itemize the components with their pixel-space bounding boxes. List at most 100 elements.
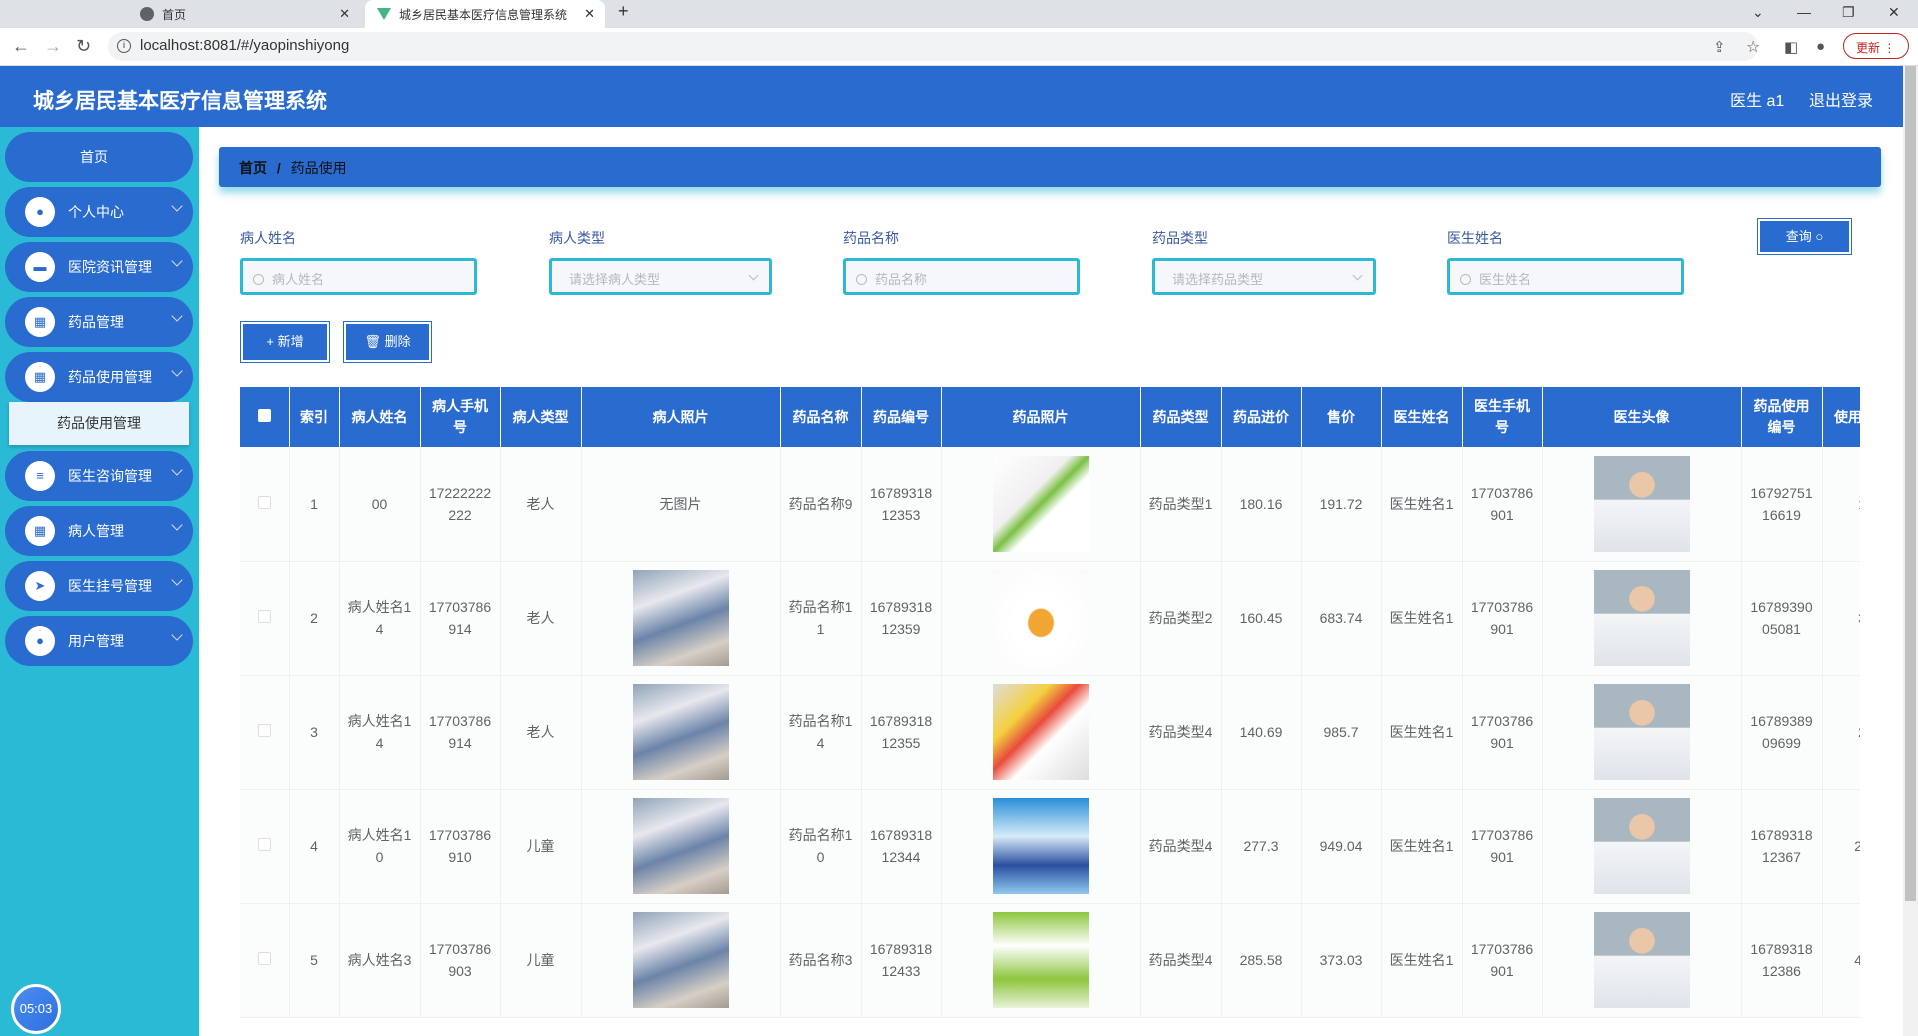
reload-icon[interactable]: ↻ — [76, 36, 91, 57]
doctor-avatar[interactable] — [1593, 570, 1690, 666]
checkbox[interactable] — [257, 610, 271, 623]
table-cell: 药品名称11 — [780, 561, 862, 676]
timer-widget[interactable]: 05:03 — [11, 984, 61, 1034]
table-row[interactable]: 1 00 17222222222 老人 无图片 药品名称9 1678931812353 药品类… — [240, 447, 1860, 562]
url-input[interactable]: i localhost:8081/#/yaopinshiyong — [108, 32, 1758, 61]
checkbox[interactable] — [257, 838, 271, 851]
sidebar-item-user-management[interactable]: ● 用户管理 — [5, 616, 193, 666]
add-button[interactable]: + 新增 — [243, 324, 327, 360]
sidebar-item-hospital-news[interactable]: ▬ 医院资讯管理 — [5, 242, 193, 292]
sidebar-item-drug-management[interactable]: ▦ 药品管理 — [5, 297, 193, 347]
table-cell: 17703786903 — [420, 903, 501, 1018]
row-checkbox-cell[interactable] — [240, 675, 290, 790]
column-header: 药品使用编号 — [1741, 387, 1823, 447]
page-scrollbar[interactable] — [1903, 66, 1918, 1036]
table-row[interactable]: 5 病人姓名3 17703786903 儿童 药品名称3 1678931812433 药品类… — [240, 903, 1860, 1018]
table-row[interactable]: 3 病人姓名14 17703786914 老人 药品名称14 1678931812355 药… — [240, 675, 1860, 790]
checkbox[interactable] — [257, 952, 271, 965]
share-icon[interactable]: ⇪ — [1713, 38, 1726, 56]
delete-button[interactable]: 🗑 删除 — [346, 324, 429, 360]
sidebar-item-home[interactable]: 首页 — [5, 132, 193, 182]
bulb-icon: ● — [25, 626, 55, 656]
breadcrumb: 首页 / 药品使用 — [219, 147, 1881, 187]
doctor-avatar[interactable] — [1593, 912, 1690, 1008]
browser-tab-active[interactable]: 城乡居民基本医疗信息管理系统 ✕ — [365, 0, 605, 28]
table-cell: 4 — [289, 789, 340, 904]
patient-type-select[interactable]: 请选择病人类型 — [549, 258, 772, 295]
doctor-avatar[interactable] — [1593, 455, 1690, 552]
table-cell: 药品类型1 — [1140, 447, 1222, 562]
restore-icon[interactable]: ❐ — [1842, 4, 1855, 21]
patient-photo[interactable] — [632, 684, 729, 780]
drug-type-select[interactable]: 请选择药品类型 — [1152, 258, 1376, 295]
drug-name-input[interactable]: 药品名称 — [843, 258, 1080, 295]
patient-name-input[interactable]: 病人姓名 — [240, 258, 477, 295]
forward-icon[interactable]: → — [44, 36, 62, 57]
table-cell: 17222222222 — [420, 447, 501, 562]
patient-name-label: 病人姓名 — [240, 230, 296, 246]
row-checkbox-cell[interactable] — [240, 903, 290, 1018]
patient-photo[interactable] — [632, 798, 729, 894]
column-header: 病人手机号 — [420, 387, 501, 447]
table-cell: 160.45 — [1221, 561, 1302, 676]
profile-icon[interactable]: ● — [1816, 38, 1825, 55]
table-cell: 医生姓名1 — [1381, 447, 1463, 562]
info-icon[interactable]: i — [117, 39, 131, 53]
breadcrumb-home[interactable]: 首页 — [239, 160, 267, 176]
close-tab-icon[interactable]: ✕ — [584, 6, 595, 22]
sidepanel-icon[interactable]: ◧ — [1784, 38, 1798, 56]
sidebar-item-label: 药品管理 — [68, 314, 124, 330]
checkbox[interactable] — [257, 724, 271, 737]
chevron-down-icon — [1352, 270, 1363, 281]
row-checkbox-cell[interactable] — [240, 789, 290, 904]
table-cell: 5 — [289, 903, 340, 1018]
update-button[interactable]: 更新 ⋮ — [1843, 33, 1909, 59]
drug-photo[interactable] — [992, 570, 1089, 666]
minimize-icon[interactable]: — — [1797, 4, 1811, 20]
browser-tab[interactable]: 首页 ✕ — [130, 0, 360, 28]
checkbox[interactable] — [257, 495, 271, 509]
checkbox[interactable] — [257, 408, 271, 422]
table-cell: 1 — [289, 447, 340, 562]
current-user[interactable]: 医生 a1 — [1730, 87, 1784, 111]
table-row[interactable]: 4 病人姓名10 17703786910 儿童 药品名称10 1678931812344 药… — [240, 789, 1860, 904]
close-window-icon[interactable]: ✕ — [1888, 4, 1900, 21]
row-checkbox-cell[interactable] — [240, 447, 290, 562]
scrollbar-thumb[interactable] — [1905, 66, 1916, 901]
close-tab-icon[interactable]: ✕ — [339, 6, 350, 22]
breadcrumb-separator: / — [276, 160, 281, 176]
query-button[interactable]: 查询 ○ — [1760, 221, 1849, 252]
tab-search-icon[interactable]: ⌄ — [1752, 4, 1764, 21]
star-icon[interactable]: ☆ — [1746, 37, 1760, 57]
table-cell: 药品名称3 — [780, 903, 862, 1018]
doctor-name-input[interactable]: 医生姓名 — [1447, 258, 1684, 295]
sidebar-item-doctor-consult[interactable]: ≡ 医生咨询管理 — [5, 451, 193, 501]
logout-link[interactable]: 退出登录 — [1809, 87, 1873, 111]
doctor-avatar[interactable] — [1593, 684, 1690, 780]
drug-photo[interactable] — [992, 798, 1089, 894]
submenu-drug-usage[interactable]: 药品使用管理 — [9, 402, 189, 445]
sidebar-item-drug-usage[interactable]: ▦ 药品使用管理 — [5, 352, 193, 402]
drug-photo[interactable] — [992, 455, 1089, 552]
table-cell: 17703786901 — [1462, 789, 1543, 904]
row-checkbox-cell[interactable] — [240, 561, 290, 676]
table-row[interactable]: 2 病人姓名14 17703786914 老人 药品名称11 1678931812359 药… — [240, 561, 1860, 676]
sidebar-item-patient-management[interactable]: ▦ 病人管理 — [5, 506, 193, 556]
app-header: 城乡居民基本医疗信息管理系统 医生 a1 退出登录 — [0, 66, 1903, 127]
table-cell: 180.16 — [1221, 447, 1302, 562]
patient-photo[interactable] — [632, 912, 729, 1008]
sidebar-item-registration[interactable]: ➤ 医生挂号管理 — [5, 561, 193, 611]
tab-label: 城乡居民基本医疗信息管理系统 — [399, 7, 568, 22]
new-tab-icon[interactable]: + — [618, 1, 629, 22]
drug-photo[interactable] — [992, 912, 1089, 1008]
table-cell: 17703786914 — [420, 561, 501, 676]
image-cell — [1542, 903, 1742, 1018]
table-cell: 1678931812433 — [861, 903, 942, 1018]
chevron-down-icon — [171, 310, 183, 322]
patient-photo[interactable] — [632, 570, 729, 666]
drug-photo[interactable] — [992, 684, 1089, 780]
doctor-avatar[interactable] — [1593, 798, 1690, 894]
sidebar-item-personal-center[interactable]: ● 个人中心 — [5, 187, 193, 237]
select-all-checkbox[interactable] — [240, 387, 290, 447]
back-icon[interactable]: ← — [12, 36, 30, 57]
